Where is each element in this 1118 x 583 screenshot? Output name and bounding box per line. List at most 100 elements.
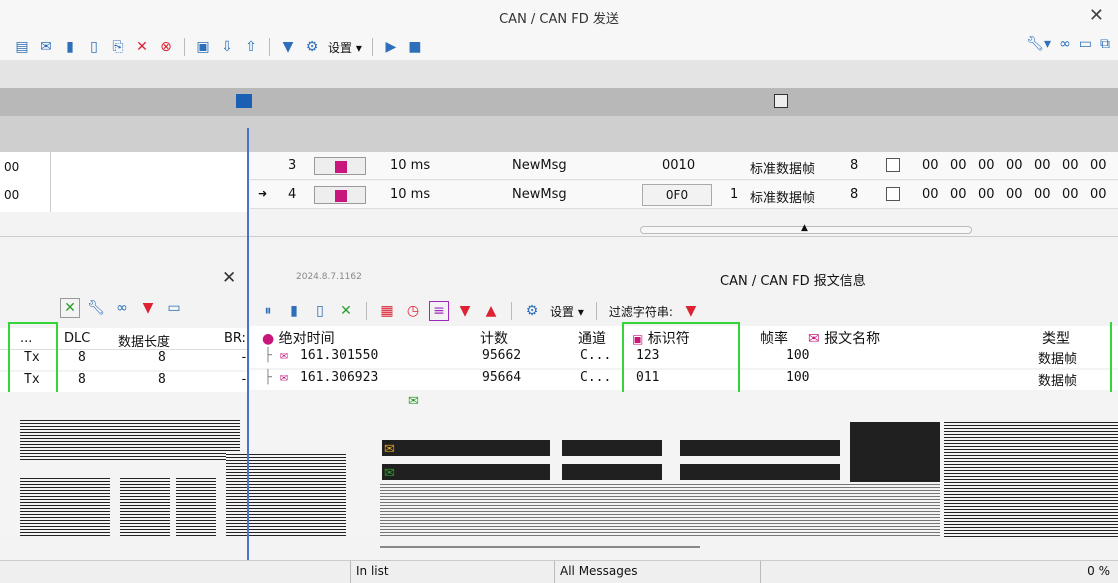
row-checkbox[interactable] (886, 187, 900, 201)
corrupted-band (850, 422, 940, 482)
save-icon[interactable]: ▣ (193, 37, 213, 57)
color-picker[interactable] (314, 186, 366, 204)
window-icon[interactable]: ▭ (164, 298, 184, 318)
pause-icon[interactable]: ⏸ (258, 301, 278, 321)
stop-icon[interactable]: ■ (405, 37, 425, 57)
highlight-frame (622, 322, 740, 394)
delete-icon[interactable]: ✕ (132, 37, 152, 57)
clock-icon[interactable]: ◷ (403, 301, 423, 321)
send-grid-header-corrupted (0, 60, 1118, 88)
close-icon[interactable]: ✕ (222, 268, 236, 288)
clear-icon[interactable]: ✕ (336, 301, 356, 321)
send-left-pane: 00 00 (0, 152, 248, 212)
send-grid-row-corrupted (0, 88, 1118, 116)
byte-cell: 00 (978, 158, 995, 173)
row-dlc: 8 (850, 158, 859, 173)
message-window-titlebar: 2024.8.7.1162 CAN / CAN FD 报文信息 (250, 262, 1118, 292)
send-row[interactable]: ➜ 4 10 ms NewMsg 0F0 1 标准数据帧 8 00 00 00 … (250, 181, 1118, 209)
byte-cell: 00 (950, 158, 967, 173)
msg-name-header[interactable]: ✉ 报文名称 (808, 328, 880, 348)
clock-icon: ● (262, 331, 275, 347)
mail-add-icon[interactable]: ✉ (36, 37, 56, 57)
horizontal-scrollbar[interactable] (380, 546, 700, 548)
top-right-tools: 🔧︎▾ ∞ ▭ ⧉ (1026, 36, 1110, 52)
row-period: 10 ms (390, 158, 431, 173)
corrupted-band (20, 420, 240, 460)
count-cell: 95662 (482, 348, 522, 363)
export-icon[interactable]: ⇧ (241, 37, 261, 57)
settings-dropdown[interactable]: 设置 ▾ (326, 39, 364, 56)
byte-cell: 00 (1062, 158, 1079, 173)
rate-header[interactable]: 帧率 (760, 328, 788, 348)
filter-icon[interactable]: ▼ (138, 298, 158, 318)
window-icon[interactable]: ▭ (1079, 36, 1092, 52)
document-icon[interactable]: ▮ (60, 37, 80, 57)
horizontal-scrollbar[interactable]: ▲ (640, 223, 972, 234)
gear-icon[interactable]: ⚙ (522, 301, 542, 321)
status-in-list: In list (356, 564, 389, 578)
row-period: 10 ms (390, 187, 431, 202)
col-dlc: DLC (64, 331, 91, 346)
settings-dropdown[interactable]: 设置 ▾ (548, 303, 586, 320)
row-id: 0010 (662, 158, 696, 173)
channel-header[interactable]: 通道 (578, 328, 606, 348)
byte-cell: 00 (1006, 187, 1023, 202)
sort-icon[interactable]: ≡ (429, 301, 449, 321)
send-row[interactable]: 3 10 ms NewMsg 0010 标准数据帧 8 00 00 00 00 … (250, 152, 1118, 180)
dlc-cell: 8 (78, 350, 86, 365)
left-panel-toolbar: ✕ 🔧︎ ∞ ▼ ▭ (60, 298, 184, 318)
row-checkbox[interactable] (886, 158, 900, 172)
corrupted-band (944, 422, 1118, 537)
filter-label: 过滤字符串: (608, 304, 673, 319)
status-all-messages: All Messages (560, 564, 638, 578)
corrupted-region: ✉ ✉ ✉ (0, 392, 1118, 537)
send-window-titlebar: CAN / CAN FD 发送 ✕ (0, 0, 1118, 34)
wrench-icon[interactable]: 🔧︎ (86, 298, 106, 318)
time-cell: 161.301550 (300, 348, 379, 363)
type-cell: 数据帧 (1038, 352, 1078, 367)
splitter-handle[interactable] (247, 128, 249, 583)
link-icon[interactable]: ∞ (1059, 36, 1071, 52)
toolbar-separator (511, 302, 512, 320)
link-icon[interactable]: ∞ (112, 298, 132, 318)
stop-circle-icon[interactable]: ⊗ (156, 37, 176, 57)
database-icon[interactable]: ▤ (12, 37, 32, 57)
highlight-frame (8, 322, 58, 394)
type-header[interactable]: 类型 (1042, 328, 1070, 348)
gear-icon[interactable]: ⚙ (302, 37, 322, 57)
status-percent: 0 % (1087, 564, 1110, 578)
abs-time-header[interactable]: ● 绝对时间 (262, 328, 335, 348)
corrupted-band (226, 452, 346, 536)
close-icon[interactable]: ✕ (1089, 5, 1104, 26)
divider (350, 561, 351, 583)
byte-cell: 00 (922, 158, 939, 173)
divider (50, 152, 51, 212)
row-frame-type: 标准数据帧 (750, 162, 816, 177)
mail-icon: ✉ (280, 348, 288, 363)
mail-icon: ✉ (280, 370, 288, 385)
row-id-input[interactable]: 0F0 (642, 184, 712, 206)
clear-icon[interactable]: ✕ (60, 298, 80, 318)
paste-icon[interactable]: ⎘ (108, 37, 128, 57)
corrupted-band (120, 476, 170, 536)
calendar-icon[interactable]: ▦ (377, 301, 397, 321)
filter-icon[interactable]: ▼ (278, 37, 298, 57)
checkbox[interactable] (774, 94, 788, 108)
document-icon[interactable]: ▮ (284, 301, 304, 321)
chevron-down-icon[interactable]: ▼ (455, 301, 475, 321)
app-root: { "top_window": { "title": "CAN / CAN FD… (0, 0, 1118, 583)
divider (554, 561, 555, 583)
play-icon[interactable]: ▶ (381, 37, 401, 57)
copy-icon[interactable]: ⧉ (1100, 36, 1110, 52)
count-header[interactable]: 计数 (480, 328, 508, 348)
row-dlc: 8 (850, 187, 859, 202)
document-edit-icon[interactable]: ▯ (310, 301, 330, 321)
toolbar-separator (371, 38, 373, 56)
chevron-up-icon[interactable]: ▲ (481, 301, 501, 321)
wrench-icon[interactable]: 🔧︎▾ (1026, 36, 1051, 52)
color-picker[interactable] (314, 157, 366, 175)
import-icon[interactable]: ⇩ (217, 37, 237, 57)
row-index: 3 (288, 158, 297, 173)
filter-icon[interactable]: ▼ (681, 301, 701, 321)
document-edit-icon[interactable]: ▯ (84, 37, 104, 57)
